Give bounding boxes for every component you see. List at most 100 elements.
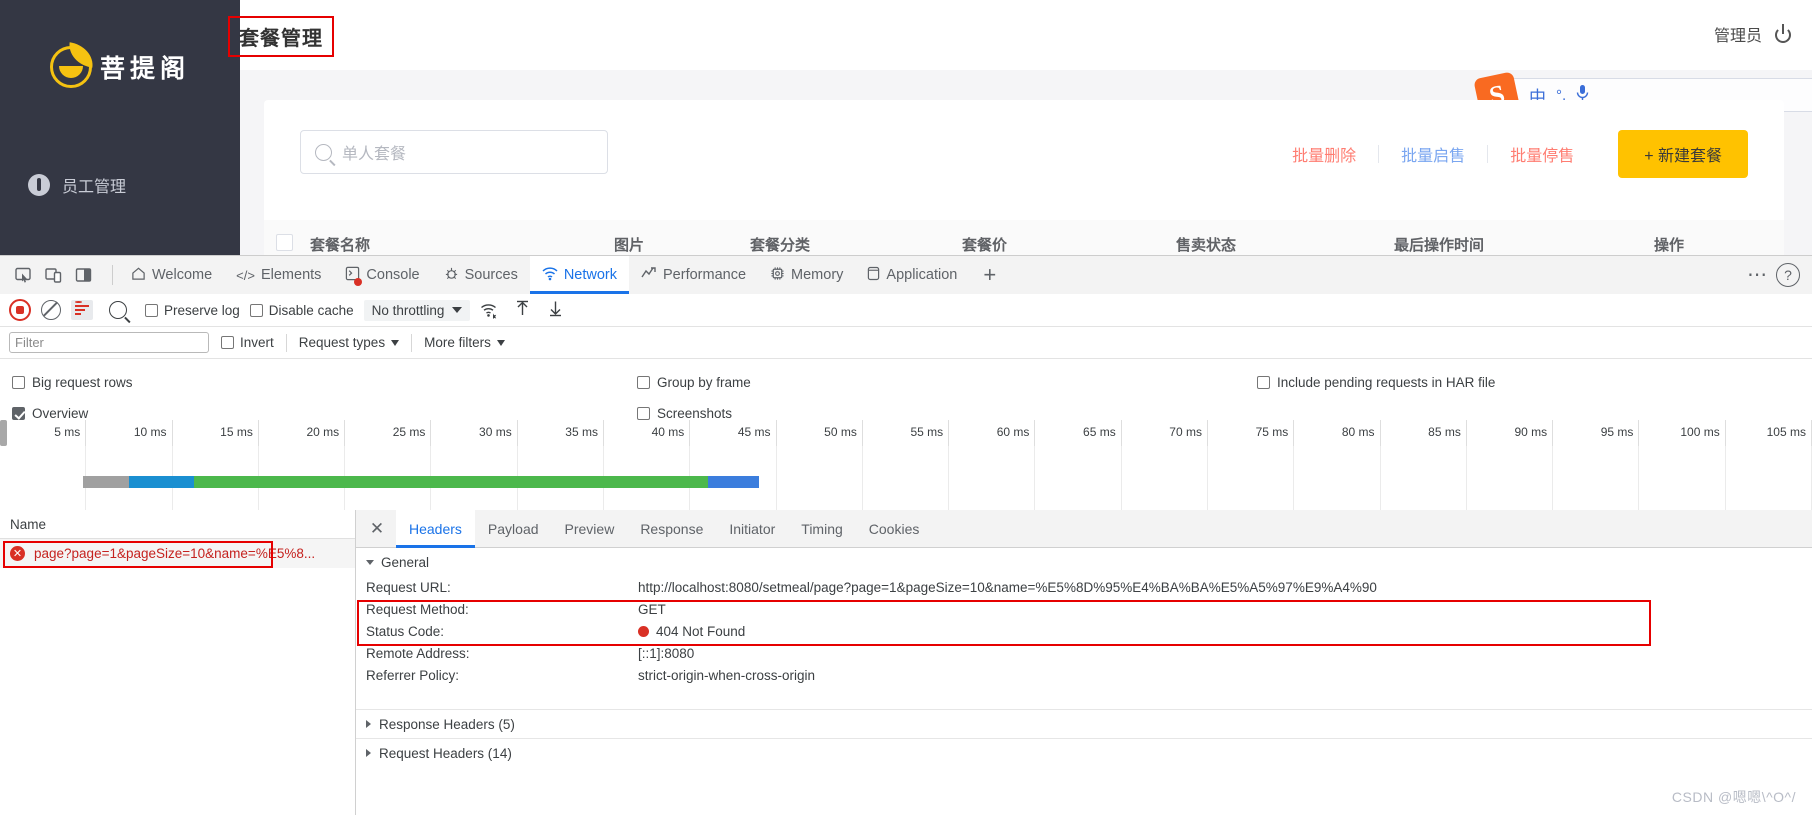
tab-label: Welcome [152, 267, 212, 283]
disable-cache-label: Disable cache [269, 303, 354, 318]
power-icon[interactable] [1774, 24, 1794, 44]
column-header-price[interactable]: 套餐价 [962, 234, 1007, 255]
export-har-icon[interactable] [548, 300, 563, 320]
big-request-rows-checkbox[interactable]: Big request rows [12, 367, 133, 398]
overview-gridline [0, 446, 86, 510]
record-icon[interactable] [9, 299, 31, 321]
general-section-toggle[interactable]: General [356, 548, 1812, 576]
add-panel-button[interactable]: + [969, 264, 1010, 286]
tab-label: Performance [663, 267, 746, 283]
tab-network[interactable]: Network [530, 256, 629, 294]
network-overview[interactable]: 5 ms10 ms15 ms20 ms25 ms30 ms35 ms40 ms4… [0, 420, 1812, 511]
status-error-icon [638, 626, 649, 637]
overview-tick-label: 30 ms [479, 425, 512, 439]
overview-tick: 85 ms [1381, 420, 1467, 446]
person-tie-icon [28, 174, 50, 196]
tab-memory[interactable]: Memory [758, 256, 855, 294]
search-input[interactable]: 单人套餐 [300, 130, 608, 174]
overview-tick-label: 70 ms [1169, 425, 1202, 439]
overview-tick-label: 45 ms [738, 425, 771, 439]
column-header-image[interactable]: 图片 [614, 234, 644, 255]
tab-application[interactable]: Application [855, 256, 969, 294]
tab-label: Network [564, 267, 617, 283]
import-har-icon[interactable] [515, 300, 530, 320]
more-filters-dropdown[interactable]: More filters [424, 335, 505, 350]
help-icon[interactable]: ? [1776, 263, 1800, 287]
overview-request-band [83, 476, 128, 488]
device-toolbar-icon[interactable] [40, 263, 66, 287]
overview-tick-label: 40 ms [652, 425, 685, 439]
overview-tick: 95 ms [1553, 420, 1639, 446]
column-header-updated[interactable]: 最后操作时间 [1394, 234, 1484, 255]
tab-elements[interactable]: </> Elements [224, 256, 333, 294]
inspect-icon[interactable] [10, 263, 36, 287]
tab-label: Memory [791, 267, 843, 283]
include-pending-har-checkbox[interactable]: Include pending requests in HAR file [1257, 367, 1495, 398]
filter-divider [411, 334, 412, 352]
group-by-frame-checkbox[interactable]: Group by frame [637, 367, 751, 398]
network-conditions-icon[interactable] [480, 302, 499, 318]
overview-left-handle[interactable] [0, 420, 7, 446]
tab-cookies[interactable]: Cookies [856, 510, 933, 548]
tab-initiator[interactable]: Initiator [716, 510, 788, 548]
chevron-down-icon [391, 340, 399, 346]
select-all-checkbox[interactable] [276, 234, 293, 251]
search-icon[interactable] [109, 301, 127, 319]
request-list-item[interactable]: ✕ page?page=1&pageSize=10&name=%E5%8... [0, 539, 355, 568]
overview-request-band [194, 476, 709, 488]
overview-tick: 75 ms [1208, 420, 1294, 446]
general-section: General Request URL: http://localhost:80… [356, 548, 1812, 767]
dock-side-icon[interactable] [70, 263, 96, 287]
row-key: Referrer Policy: [366, 668, 638, 683]
tab-response[interactable]: Response [627, 510, 716, 548]
row-value[interactable]: http://localhost:8080/setmeal/page?page=… [638, 580, 1377, 595]
tab-preview[interactable]: Preview [552, 510, 628, 548]
tab-sources[interactable]: Sources [432, 256, 530, 294]
checkbox-box [637, 407, 650, 420]
filter-icon[interactable] [71, 300, 93, 320]
column-header-status[interactable]: 售卖状态 [1176, 234, 1236, 255]
tab-headers[interactable]: Headers [396, 510, 475, 548]
more-options-icon[interactable]: ⋯ [1747, 265, 1768, 285]
watermark: CSDN @嗯嗯\^O^/ [1672, 787, 1796, 807]
tab-payload[interactable]: Payload [475, 510, 552, 548]
close-icon[interactable]: ✕ [364, 516, 390, 542]
column-header-category[interactable]: 套餐分类 [750, 234, 810, 255]
overview-tick: 10 ms [86, 420, 172, 446]
general-row-request-url: Request URL: http://localhost:8080/setme… [356, 576, 1812, 598]
preserve-log-checkbox[interactable]: Preserve log [145, 303, 240, 318]
disable-cache-checkbox[interactable]: Disable cache [250, 303, 354, 318]
throttling-dropdown[interactable]: No throttling [364, 300, 471, 321]
row-key: Request URL: [366, 580, 638, 595]
application-icon [867, 266, 880, 285]
invert-checkbox[interactable]: Invert [221, 335, 274, 350]
tab-console[interactable]: Console [333, 256, 431, 294]
overview-gridline [1122, 446, 1208, 510]
chevron-right-icon [366, 720, 371, 728]
sidebar-item-employee-management[interactable]: 员工管理 [0, 162, 240, 208]
overview-gridline [1208, 446, 1294, 510]
filter-input[interactable] [9, 332, 209, 353]
filter-divider [286, 334, 287, 352]
request-headers-toggle[interactable]: Request Headers (14) [356, 738, 1812, 767]
batch-delete-button[interactable]: 批量删除 [1270, 142, 1378, 166]
search-icon [315, 144, 332, 161]
tab-performance[interactable]: Performance [629, 256, 758, 294]
preserve-log-label: Preserve log [164, 303, 240, 318]
app-sidebar: 菩提阁 员工管理 [0, 0, 240, 268]
response-headers-toggle[interactable]: Response Headers (5) [356, 709, 1812, 738]
new-setmeal-button[interactable]: + 新建套餐 [1618, 130, 1748, 178]
chevron-right-icon [366, 749, 371, 757]
request-name-column-header[interactable]: Name [0, 510, 355, 539]
request-types-dropdown[interactable]: Request types [299, 335, 399, 350]
tab-timing[interactable]: Timing [788, 510, 856, 548]
overview-tick: 40 ms [604, 420, 690, 446]
overview-gridline [1381, 446, 1467, 510]
batch-enable-button[interactable]: 批量启售 [1379, 142, 1487, 166]
tab-welcome[interactable]: Welcome [119, 256, 224, 294]
clear-icon[interactable] [41, 300, 61, 320]
overview-tick: 5 ms [0, 420, 86, 446]
column-header-actions[interactable]: 操作 [1654, 234, 1684, 255]
batch-disable-button[interactable]: 批量停售 [1488, 142, 1596, 166]
column-header-name[interactable]: 套餐名称 [310, 234, 370, 255]
